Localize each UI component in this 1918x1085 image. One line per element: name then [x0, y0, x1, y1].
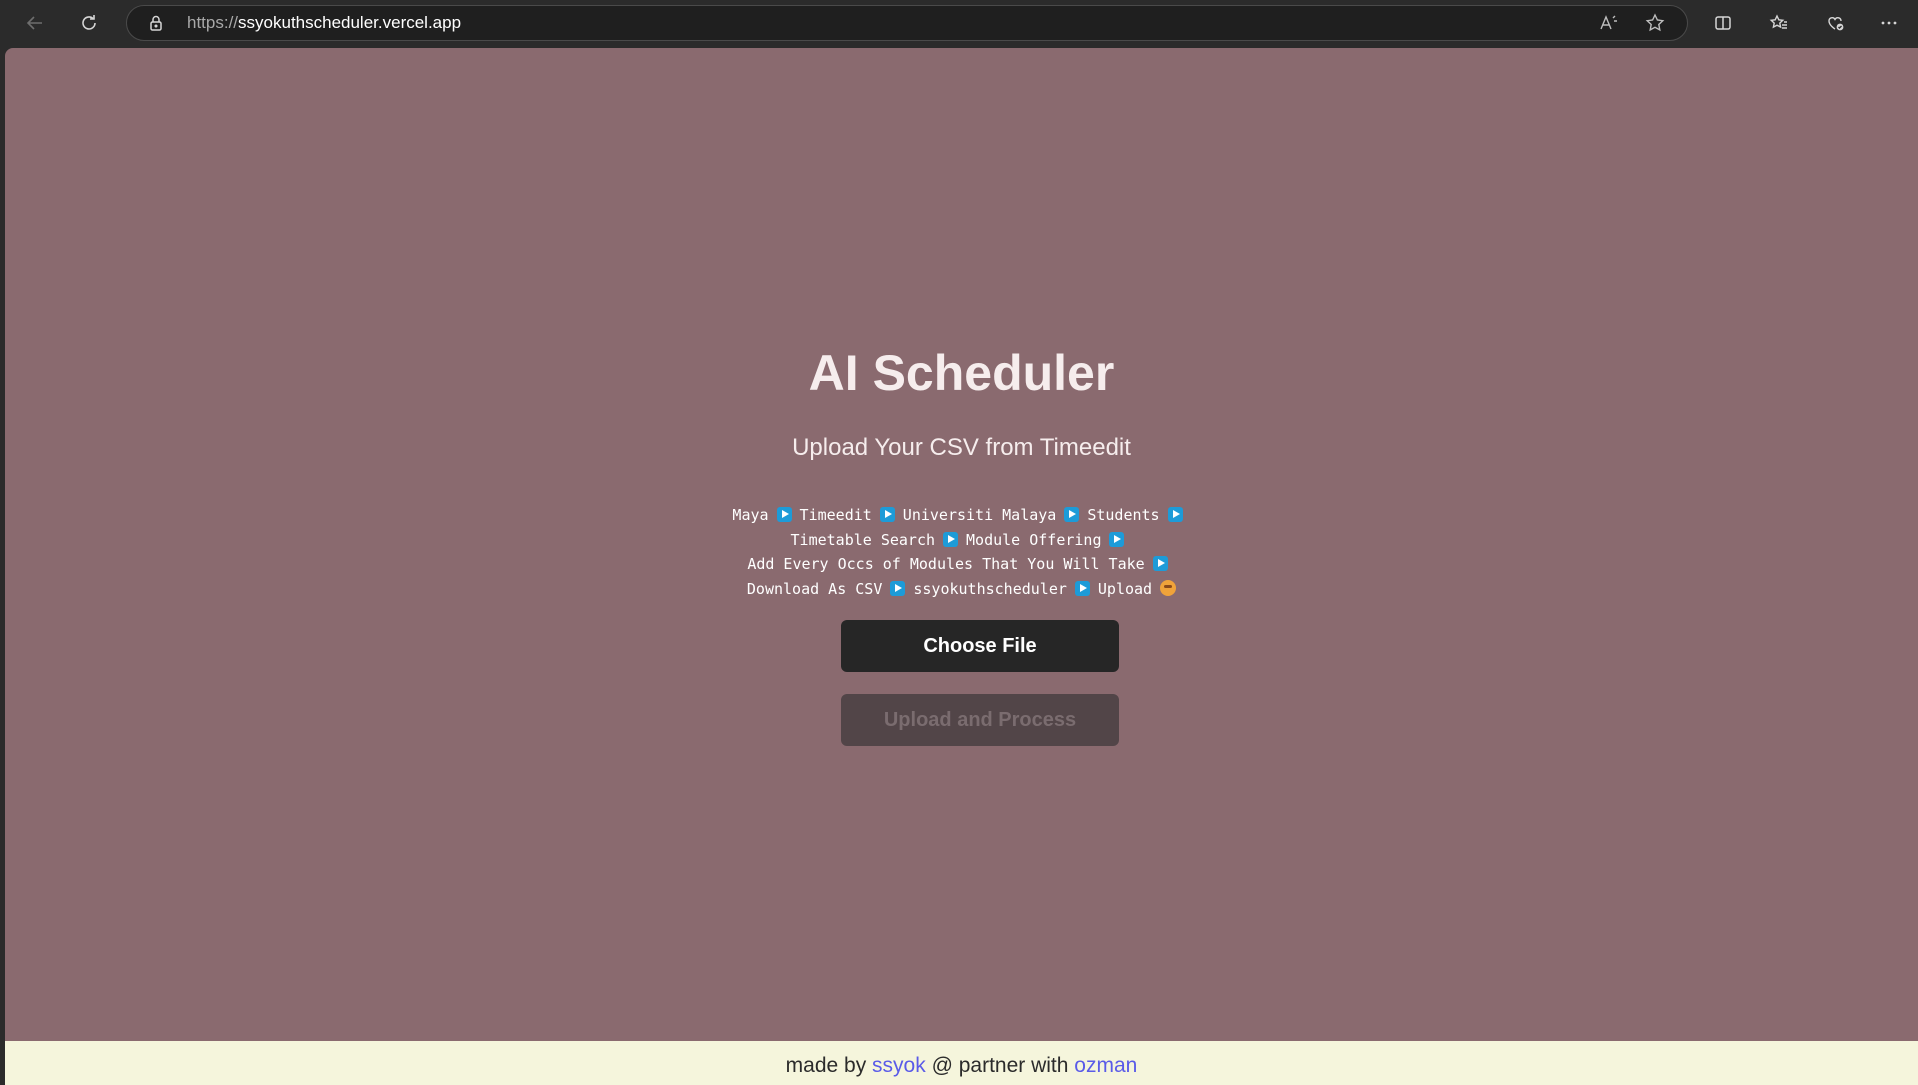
steps-line-2: Timetable Search Module Offering: [5, 528, 1918, 553]
url-scheme: https://: [187, 13, 239, 32]
main-content: AI Scheduler Upload Your CSV from Timeed…: [5, 48, 1918, 1041]
instruction-steps: Maya Timeedit Universiti Malaya Students Ti…: [5, 503, 1918, 601]
step-text: Module Offering: [966, 530, 1102, 549]
lock-icon: [147, 14, 165, 32]
back-arrow-icon[interactable]: [18, 6, 52, 40]
arrow-right-icon: [943, 531, 959, 547]
page-subtitle: Upload Your CSV from Timeedit: [792, 434, 1131, 461]
arrow-right-icon: [1064, 507, 1080, 522]
step-text: Students: [1087, 506, 1160, 524]
partner-link[interactable]: ozman: [1074, 1054, 1137, 1077]
step-text: Add Every Occs of Modules That You Will …: [747, 555, 1145, 573]
step-text: Timetable Search: [790, 530, 936, 549]
arrow-right-icon: [1109, 531, 1125, 547]
emoji-icon: [1160, 579, 1177, 596]
page-viewport: AI Scheduler Upload Your CSV from Timeed…: [5, 48, 1918, 1085]
url-host: ssyokuthscheduler.vercel.app: [238, 13, 462, 32]
step-text: Timeedit: [799, 506, 872, 524]
step-text: Maya: [732, 506, 769, 524]
url-text: https://ssyokuthscheduler.vercel.app: [187, 6, 461, 40]
arrow-right-icon: [890, 580, 906, 596]
arrow-right-icon: [1152, 556, 1168, 571]
refresh-icon[interactable]: [72, 6, 106, 40]
upload-and-process-button[interactable]: Upload and Process: [841, 694, 1119, 746]
arrow-right-icon: [1074, 580, 1090, 596]
step-text: ssyokuthscheduler: [913, 579, 1067, 598]
steps-line-4: Download As CSV ssyokuthscheduler Upload: [5, 577, 1918, 602]
step-text: Upload: [1097, 579, 1153, 598]
arrow-right-icon: [776, 507, 792, 522]
read-aloud-icon[interactable]: [1597, 12, 1619, 34]
browser-toolbar: https://ssyokuthscheduler.vercel.app: [0, 0, 1918, 46]
more-options-icon[interactable]: [1872, 6, 1906, 40]
browser-essentials-icon[interactable]: [1818, 6, 1852, 40]
step-text: Universiti Malaya: [902, 506, 1057, 524]
address-bar[interactable]: https://ssyokuthscheduler.vercel.app: [126, 5, 1688, 41]
footer-made-by: made by: [785, 1054, 867, 1077]
favorite-star-icon[interactable]: [1644, 12, 1666, 34]
author-link[interactable]: ssyok: [872, 1054, 926, 1077]
steps-line-3: Add Every Occs of Modules That You Will …: [5, 552, 1918, 577]
step-text: Download As CSV: [746, 579, 883, 598]
arrow-right-icon: [1167, 507, 1183, 522]
choose-file-button[interactable]: Choose File: [841, 620, 1119, 672]
steps-line-1: Maya Timeedit Universiti Malaya Students: [5, 503, 1918, 528]
favorites-icon[interactable]: [1762, 6, 1796, 40]
page-title: AI Scheduler: [808, 345, 1115, 401]
split-screen-icon[interactable]: [1706, 6, 1740, 40]
arrow-right-icon: [879, 507, 895, 522]
footer-partner-text: @ partner with: [931, 1054, 1069, 1077]
footer: made by ssyok @ partner with ozman: [5, 1041, 1918, 1085]
